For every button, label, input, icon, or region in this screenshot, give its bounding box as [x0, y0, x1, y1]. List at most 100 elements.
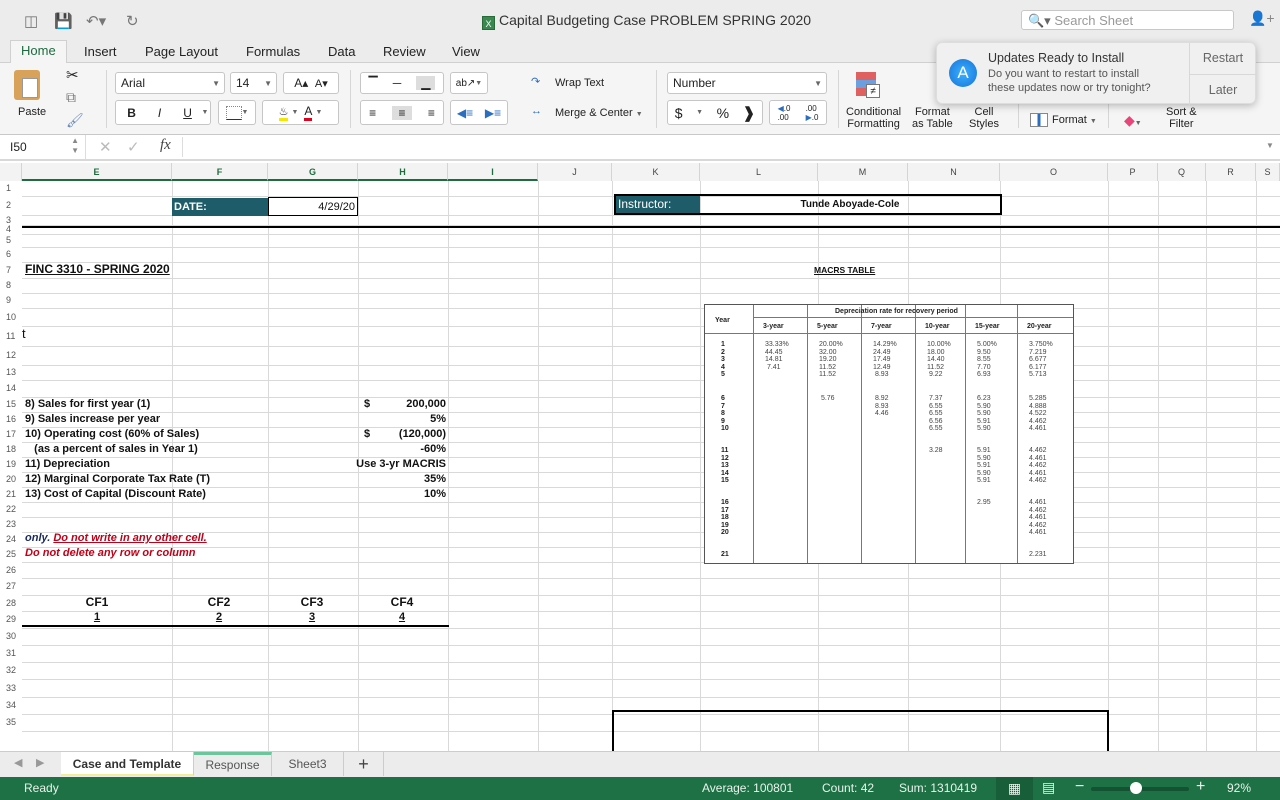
column-header-r[interactable]: R — [1206, 163, 1256, 181]
decrease-font-icon[interactable]: A▾ — [315, 77, 328, 90]
page-layout-view-icon[interactable]: ▤ — [1042, 779, 1055, 796]
row-header-2[interactable]: 2 — [0, 196, 22, 215]
align-bottom-icon[interactable]: ▁ — [416, 76, 436, 90]
align-top-icon[interactable]: ▔ — [369, 76, 378, 90]
column-header-o[interactable]: O — [1000, 163, 1108, 181]
underline-button[interactable]: U — [174, 106, 202, 120]
cut-icon[interactable]: ✂ — [66, 66, 79, 84]
row-header-13[interactable]: 13 — [0, 365, 22, 380]
merge-center-button[interactable]: Merge & Center ▼ — [555, 107, 643, 119]
tab-data[interactable]: Data — [328, 42, 355, 61]
enter-check-icon[interactable]: ✓ — [127, 138, 140, 156]
italic-button[interactable]: I — [146, 106, 174, 120]
currency-button[interactable]: $ — [675, 105, 683, 121]
paste-button[interactable]: Paste — [18, 106, 46, 118]
input-value[interactable]: 200,000 — [406, 398, 446, 410]
name-box-stepper-icon[interactable]: ▲ ▼ — [71, 136, 79, 156]
paste-icon[interactable] — [14, 70, 40, 100]
name-box[interactable]: I50 ▲ ▼ — [0, 135, 86, 159]
row-header-34[interactable]: 34 — [0, 697, 22, 714]
row-header-4[interactable]: 4 — [0, 225, 22, 234]
save-icon[interactable]: 💾 — [54, 12, 73, 30]
row-header-12[interactable]: 12 — [0, 346, 22, 365]
column-header-p[interactable]: P — [1108, 163, 1158, 181]
input-value[interactable]: (120,000) — [399, 428, 446, 440]
row-header-11[interactable]: 11 — [0, 326, 22, 346]
column-header-l[interactable]: L — [700, 163, 818, 181]
scroll-left-icon[interactable]: ◀ — [14, 756, 22, 769]
row-header-21[interactable]: 21 — [0, 487, 22, 502]
copy-icon[interactable]: ⧉ — [66, 89, 76, 106]
borders-button[interactable]: ▼ — [218, 100, 256, 125]
row-header-18[interactable]: 18 — [0, 442, 22, 457]
column-header-n[interactable]: N — [908, 163, 1000, 181]
zoom-slider-thumb[interactable] — [1129, 782, 1142, 794]
cell-styles-button[interactable]: Cell Styles — [969, 106, 999, 130]
row-header-23[interactable]: 23 — [0, 517, 22, 532]
cancel-icon[interactable]: ✕ — [99, 138, 112, 156]
conditional-formatting-icon[interactable]: ≠ — [856, 72, 882, 100]
chevron-down-icon[interactable]: ▼ — [696, 109, 703, 116]
worksheet-grid[interactable]: DATE: 4/29/20 Instructor: Tunde Aboyade-… — [22, 181, 1280, 751]
column-header-m[interactable]: M — [818, 163, 908, 181]
conditional-formatting-button[interactable]: Conditional Formatting — [846, 106, 901, 130]
tab-view[interactable]: View — [452, 42, 480, 61]
row-header-33[interactable]: 33 — [0, 679, 22, 697]
column-header-j[interactable]: J — [538, 163, 612, 181]
redo-icon[interactable]: ↻ — [126, 12, 139, 30]
font-size-grow-shrink[interactable]: A▴ A▾ — [283, 72, 339, 94]
row-header-9[interactable]: 9 — [0, 293, 22, 308]
chevron-down-icon[interactable]: ▼ — [315, 109, 322, 116]
row-header-15[interactable]: 15 — [0, 397, 22, 412]
bold-button[interactable]: B — [118, 106, 146, 120]
instructor-name-cell[interactable]: Tunde Aboyade-Cole — [700, 196, 1000, 213]
scroll-right-icon[interactable]: ▶ — [36, 756, 44, 769]
row-header-22[interactable]: 22 — [0, 502, 22, 517]
row-header-27[interactable]: 27 — [0, 578, 22, 595]
add-sheet-button[interactable]: + — [344, 752, 384, 776]
input-value[interactable]: 10% — [424, 488, 446, 500]
input-value[interactable]: 35% — [424, 473, 446, 485]
align-right-icon[interactable]: ≡ — [428, 106, 435, 120]
decrease-indent-icon[interactable]: ◀≡ — [457, 106, 473, 120]
row-header-26[interactable]: 26 — [0, 562, 22, 578]
zoom-out-button[interactable]: − — [1075, 778, 1084, 796]
row-header-35[interactable]: 35 — [0, 714, 22, 731]
row-header-24[interactable]: 24 — [0, 532, 22, 547]
increase-decimal-icon[interactable]: ◀.0.00 — [778, 104, 791, 122]
row-header-3[interactable]: 3 — [0, 215, 22, 225]
tab-formulas[interactable]: Formulas — [246, 42, 300, 61]
sidebar-toggle-icon[interactable]: ◫ — [24, 12, 38, 30]
number-format-select[interactable]: Number ▼ — [667, 72, 827, 94]
function-fx-icon[interactable]: fx — [160, 137, 171, 154]
comma-button[interactable]: ❱ — [743, 104, 756, 122]
align-middle-icon[interactable]: ─ — [393, 76, 402, 90]
row-header-19[interactable]: 19 — [0, 457, 22, 472]
input-value[interactable]: Use 3-yr MACRIS — [356, 458, 446, 470]
row-header-1[interactable]: 1 — [0, 181, 22, 196]
percent-button[interactable]: % — [717, 105, 729, 121]
column-header-h[interactable]: H — [358, 163, 448, 181]
row-header-10[interactable]: 10 — [0, 308, 22, 326]
search-sheet-input[interactable]: 🔍▾ Search Sheet — [1021, 10, 1234, 30]
sheet-tab-sheet3[interactable]: Sheet3 — [272, 752, 344, 776]
column-header-e[interactable]: E — [22, 163, 172, 181]
input-value[interactable]: 5% — [430, 413, 446, 425]
row-header-25[interactable]: 25 — [0, 547, 22, 562]
row-header-29[interactable]: 29 — [0, 611, 22, 628]
sheet-tab-case-and-template[interactable]: Case and Template — [61, 752, 194, 776]
row-header-31[interactable]: 31 — [0, 645, 22, 662]
format-as-table-button[interactable]: Format as Table — [912, 106, 953, 130]
decrease-decimal-icon[interactable]: .00 ▶.0 — [806, 104, 819, 122]
restart-button[interactable]: Restart — [1189, 43, 1257, 74]
chevron-down-icon[interactable]: ▼ — [202, 109, 209, 116]
font-size-select[interactable]: 14 ▼ — [230, 72, 277, 94]
row-header-16[interactable]: 16 — [0, 412, 22, 427]
zoom-in-button[interactable]: + — [1196, 778, 1205, 796]
expand-formula-bar-icon[interactable]: ▼ — [1266, 141, 1274, 150]
align-left-icon[interactable]: ≡ — [369, 106, 376, 120]
row-header-8[interactable]: 8 — [0, 278, 22, 293]
row-header-7[interactable]: 7 — [0, 262, 22, 278]
column-header-k[interactable]: K — [612, 163, 700, 181]
orientation-button[interactable]: ab↗ ▼ — [450, 72, 488, 94]
